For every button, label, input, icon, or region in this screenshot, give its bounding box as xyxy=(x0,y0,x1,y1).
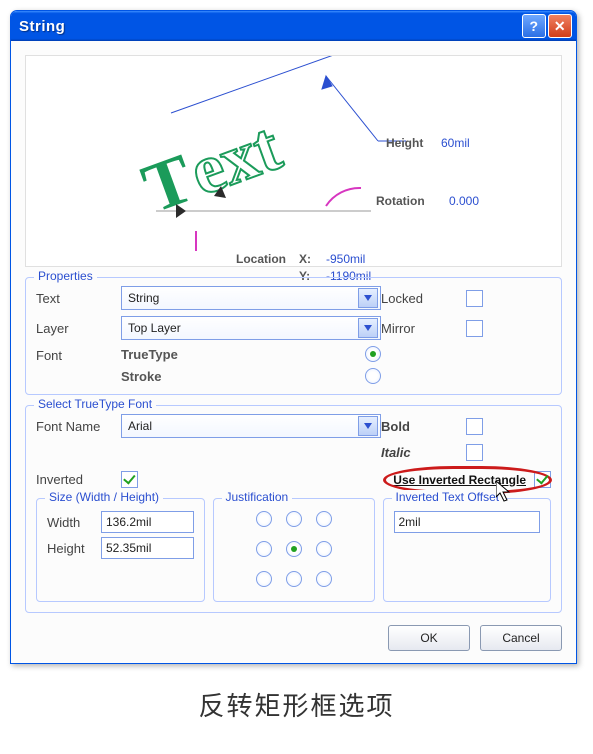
size-height-input[interactable]: 52.35mil xyxy=(101,537,194,559)
size-group: Size (Width / Height) Width 136.2mil Hei… xyxy=(36,498,205,602)
preview-x-label: X: xyxy=(299,252,311,266)
cancel-button[interactable]: Cancel xyxy=(480,625,562,651)
use-inverted-rectangle-label: Use Inverted Rectangle xyxy=(393,473,526,487)
preview-height-value: 60mil xyxy=(441,136,470,150)
justify-bottom-right[interactable] xyxy=(316,571,332,587)
size-height-label: Height xyxy=(47,541,95,556)
justification-group: Justification xyxy=(213,498,375,602)
stf-legend: Select TrueType Font xyxy=(34,397,156,411)
stroke-label: Stroke xyxy=(121,369,361,384)
inverted-label: Inverted xyxy=(36,472,121,487)
locked-checkbox[interactable] xyxy=(466,290,483,307)
justify-bottom-center[interactable] xyxy=(286,571,302,587)
italic-label: Italic xyxy=(381,445,466,460)
dialog-client-area: ext T xyxy=(11,41,576,663)
mirror-label: Mirror xyxy=(381,321,466,336)
dialog-button-bar: OK Cancel xyxy=(25,625,562,651)
use-inverted-rectangle-checkbox[interactable] xyxy=(534,471,551,488)
size-width-input[interactable]: 136.2mil xyxy=(101,511,194,533)
close-icon: ✕ xyxy=(554,18,566,35)
inverted-text-offset-group: Inverted Text Offset 2mil xyxy=(383,498,552,602)
offset-legend: Inverted Text Offset xyxy=(392,490,504,504)
size-width-label: Width xyxy=(47,515,95,530)
properties-legend: Properties xyxy=(34,269,97,283)
justify-bottom-left[interactable] xyxy=(256,571,272,587)
chevron-down-icon xyxy=(358,288,378,308)
preview-panel: ext T xyxy=(25,55,562,267)
justify-middle-left[interactable] xyxy=(256,541,272,557)
preview-x-value: -950mil xyxy=(326,252,365,266)
text-combo-value: String xyxy=(128,291,159,305)
size-legend: Size (Width / Height) xyxy=(45,490,163,504)
font-label: Font xyxy=(36,346,121,363)
font-name-value: Arial xyxy=(128,419,152,433)
properties-group: Properties Text String Locked Layer Top … xyxy=(25,277,562,395)
window-title: String xyxy=(19,18,520,35)
font-name-label: Font Name xyxy=(36,419,121,434)
layer-combo[interactable]: Top Layer xyxy=(121,316,381,340)
layer-combo-value: Top Layer xyxy=(128,321,181,335)
string-dialog: String ? ✕ ext T xyxy=(10,10,577,664)
preview-height-label: Height xyxy=(386,136,423,150)
truetype-label: TrueType xyxy=(121,347,361,362)
ok-button[interactable]: OK xyxy=(388,625,470,651)
close-button[interactable]: ✕ xyxy=(548,14,572,38)
justify-middle-right[interactable] xyxy=(316,541,332,557)
chevron-down-icon xyxy=(358,318,378,338)
truetype-radio[interactable] xyxy=(365,346,381,362)
justification-grid xyxy=(224,507,364,591)
layer-label: Layer xyxy=(36,321,121,336)
preview-rotation-value: 0.000 xyxy=(449,194,479,208)
chevron-down-icon xyxy=(358,416,378,436)
justify-top-right[interactable] xyxy=(316,511,332,527)
text-label: Text xyxy=(36,291,121,306)
stroke-radio[interactable] xyxy=(365,368,381,384)
font-name-combo[interactable]: Arial xyxy=(121,414,381,438)
mirror-checkbox[interactable] xyxy=(466,320,483,337)
bold-checkbox[interactable] xyxy=(466,418,483,435)
inverted-checkbox[interactable] xyxy=(121,471,138,488)
figure-caption: 反转矩形框选项 xyxy=(10,686,583,723)
select-truetype-font-group: Select TrueType Font Font Name Arial Bol… xyxy=(25,405,562,613)
locked-label: Locked xyxy=(381,291,466,306)
help-button[interactable]: ? xyxy=(522,14,546,38)
preview-location-label: Location xyxy=(236,252,286,266)
preview-illustration: ext T xyxy=(26,56,566,251)
justify-middle-center[interactable] xyxy=(286,541,302,557)
justify-top-left[interactable] xyxy=(256,511,272,527)
bold-label: Bold xyxy=(381,419,466,434)
preview-rotation-label: Rotation xyxy=(376,194,425,208)
justify-top-center[interactable] xyxy=(286,511,302,527)
justification-legend: Justification xyxy=(222,490,293,504)
title-bar[interactable]: String ? ✕ xyxy=(11,11,576,41)
italic-checkbox[interactable] xyxy=(466,444,483,461)
offset-input[interactable]: 2mil xyxy=(394,511,541,533)
text-combo[interactable]: String xyxy=(121,286,381,310)
